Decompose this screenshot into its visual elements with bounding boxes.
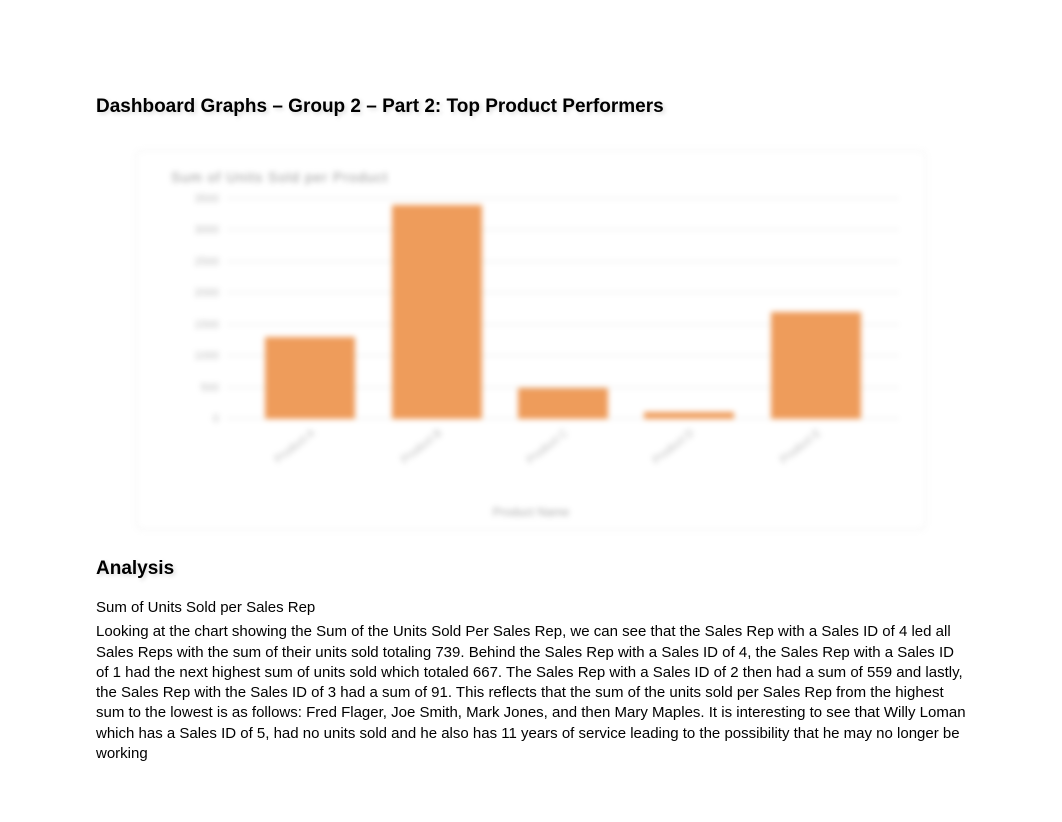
- y-tick: 1500: [195, 319, 219, 331]
- y-tick: 2500: [195, 256, 219, 268]
- analysis-subheading: Sum of Units Sold per Sales Rep: [96, 598, 966, 618]
- y-tick: 0: [213, 413, 219, 425]
- analysis-body: Looking at the chart showing the Sum of …: [96, 622, 966, 764]
- chart-title: Sum of Units Sold per Product: [171, 169, 388, 185]
- y-tick: 500: [201, 382, 219, 394]
- x-axis-title: Product Name: [493, 505, 570, 519]
- y-tick: 1000: [195, 350, 219, 362]
- chart-plot-area: 0 500 1000 1500 2000 2500 3000 3500: [227, 199, 899, 419]
- y-tick: 3000: [195, 224, 219, 236]
- bar: [265, 337, 355, 419]
- y-tick: 3500: [195, 193, 219, 205]
- bar: [771, 312, 861, 419]
- bar: [392, 205, 482, 419]
- x-tick: Product A: [273, 427, 318, 466]
- y-tick: 2000: [195, 287, 219, 299]
- bar: [644, 412, 734, 419]
- x-tick: Product D: [651, 427, 697, 467]
- x-tick: Product B: [399, 427, 444, 466]
- analysis-heading: Analysis: [96, 558, 966, 580]
- chart-container: Sum of Units Sold per Product 0 500 1000…: [136, 150, 926, 530]
- bar: [518, 388, 608, 419]
- x-tick: Product E: [778, 427, 823, 466]
- page-title: Dashboard Graphs – Group 2 – Part 2: Top…: [96, 96, 966, 118]
- bars-row: [227, 199, 899, 419]
- x-axis: Product A Product B Product C Product D …: [227, 419, 899, 489]
- x-tick: Product C: [524, 427, 570, 467]
